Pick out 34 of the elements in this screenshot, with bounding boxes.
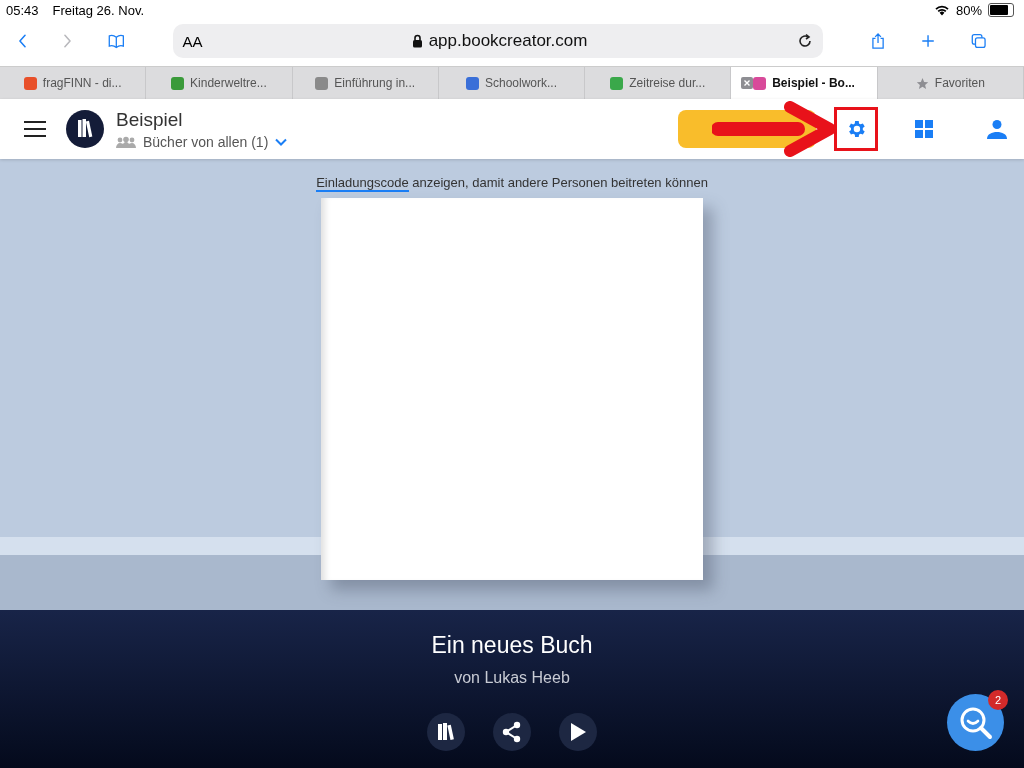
library-button[interactable]	[427, 713, 465, 751]
battery-icon	[988, 3, 1014, 17]
date-text: Freitag 26. Nov.	[52, 2, 145, 18]
lock-icon	[411, 34, 423, 48]
close-icon[interactable]	[741, 77, 754, 89]
notification-badge: 2	[988, 690, 1008, 710]
wifi-icon	[933, 4, 950, 16]
text-size-button[interactable]: AA	[182, 32, 203, 50]
share-icon	[502, 721, 522, 743]
library-title: Beispiel	[116, 108, 184, 131]
grid-view-icon[interactable]	[915, 120, 933, 138]
invite-code-link[interactable]: Einladungscode	[316, 175, 409, 192]
people-icon	[116, 135, 136, 148]
play-icon	[569, 722, 587, 742]
star-icon	[915, 76, 929, 90]
book-title: Ein neues Buch	[431, 632, 593, 659]
clock-time: 05:43	[6, 2, 39, 18]
reload-icon[interactable]	[796, 33, 813, 49]
url-text: app.bookcreator.com	[428, 31, 588, 51]
share-button[interactable]	[493, 713, 531, 751]
browser-tab[interactable]: Beispiel - Bo...	[731, 67, 878, 99]
help-button[interactable]	[947, 694, 1004, 751]
book-author: von Lukas Heeb	[454, 669, 570, 687]
user-icon[interactable]	[987, 119, 1007, 139]
library-filter-text[interactable]: Bücher von allen (1)	[143, 133, 269, 150]
invite-notice: Einladungscode anzeigen, damit andere Personen beitreten können	[316, 175, 708, 190]
chevron-down-icon[interactable]	[275, 137, 288, 146]
library-dropdown[interactable]: Bücher von allen (1)	[116, 133, 288, 150]
address-field[interactable]: AA app.bookcreator.com	[172, 24, 823, 58]
library-logo-icon	[66, 110, 104, 148]
play-button[interactable]	[559, 713, 597, 751]
menu-icon[interactable]	[24, 121, 46, 137]
battery-percent: 80%	[955, 2, 982, 18]
books-icon	[435, 721, 457, 743]
